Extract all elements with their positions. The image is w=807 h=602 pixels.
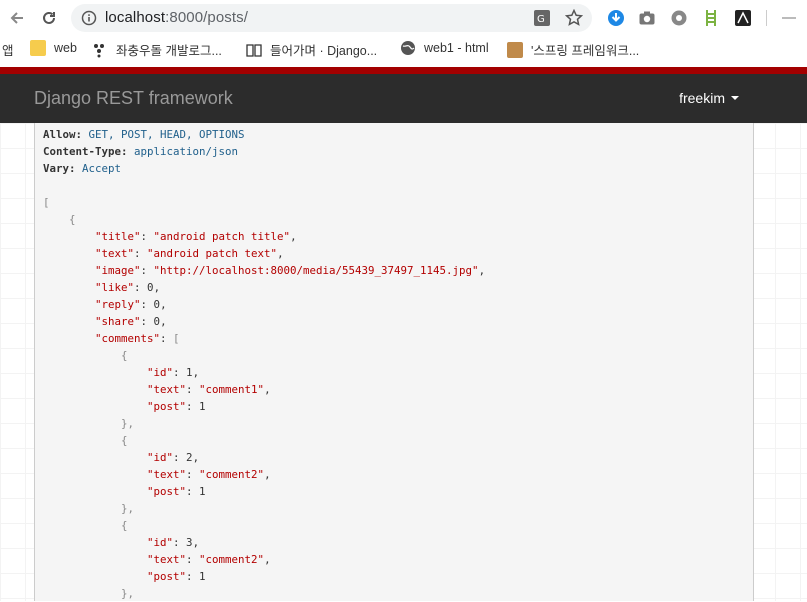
post-image-value: "http://localhost:8000/media/55439_37497… bbox=[153, 264, 479, 277]
bookmark-star-icon[interactable] bbox=[565, 9, 583, 27]
post-share-value: 0 bbox=[153, 315, 161, 328]
dark-extension-icon[interactable] bbox=[734, 9, 752, 27]
comment-post: 1 bbox=[199, 400, 206, 413]
ladder-extension-icon[interactable] bbox=[702, 9, 720, 27]
navbar: Django REST framework freekim bbox=[0, 74, 807, 123]
book-icon bbox=[246, 43, 262, 57]
address-bar[interactable]: localhost:8000/posts/ G bbox=[71, 4, 592, 32]
brand-link[interactable]: Django REST framework bbox=[34, 88, 233, 109]
response-panel: Allow: GET, POST, HEAD, OPTIONS Content-… bbox=[34, 123, 754, 601]
svg-text:G: G bbox=[537, 14, 545, 25]
comment-post: 1 bbox=[199, 485, 206, 498]
bookmark-web[interactable]: web bbox=[30, 40, 77, 56]
bookmark-web1[interactable]: web1 - html bbox=[400, 40, 489, 56]
bookmark-devlog[interactable]: 좌충우돌 개발로그... bbox=[92, 40, 222, 59]
folder-icon bbox=[30, 40, 46, 56]
info-icon[interactable] bbox=[81, 10, 97, 26]
reload-icon[interactable] bbox=[37, 6, 61, 30]
back-arrow-icon[interactable] bbox=[5, 6, 29, 30]
comment-id: 2 bbox=[186, 451, 193, 464]
bookmark-apps[interactable]: 앱 bbox=[2, 40, 14, 59]
post-like-value: 0 bbox=[147, 281, 154, 294]
avatar-icon bbox=[507, 41, 523, 58]
comment-id: 1 bbox=[186, 366, 193, 379]
globe-icon bbox=[401, 41, 415, 55]
caret-down-icon bbox=[731, 96, 739, 100]
bookmark-django[interactable]: 들어가며 · Django... bbox=[246, 40, 377, 59]
user-dropdown[interactable]: freekim bbox=[679, 90, 739, 106]
download-extension-icon[interactable] bbox=[607, 9, 625, 27]
post-reply-value: 0 bbox=[153, 298, 161, 311]
dots-logo-icon bbox=[94, 43, 104, 57]
toolbar-divider bbox=[766, 10, 767, 26]
gear-extension-icon[interactable] bbox=[670, 9, 688, 27]
comment-text: "comment2" bbox=[199, 468, 265, 481]
bookmarks-bar: 앱 web 좌충우돌 개발로그... 들어가며 · Django... web1… bbox=[0, 36, 807, 62]
username: freekim bbox=[679, 90, 725, 106]
brand-stripe bbox=[0, 67, 807, 74]
post-text-value: "android patch text" bbox=[147, 247, 278, 260]
browser-toolbar: localhost:8000/posts/ G bbox=[0, 0, 807, 36]
menu-icon[interactable] bbox=[782, 17, 796, 19]
comment-text: "comment1" bbox=[199, 383, 265, 396]
comment-post: 1 bbox=[199, 570, 206, 583]
url-text: localhost:8000/posts/ bbox=[105, 9, 249, 26]
bookmark-spring[interactable]: '스프링 프레임워크... bbox=[507, 40, 639, 59]
translate-icon[interactable]: G bbox=[533, 9, 551, 27]
camera-extension-icon[interactable] bbox=[638, 9, 656, 27]
comment-id: 3 bbox=[186, 536, 193, 549]
response-body: Allow: GET, POST, HEAD, OPTIONS Content-… bbox=[43, 128, 486, 600]
comment-text: "comment2" bbox=[199, 553, 265, 566]
post-title-value: "android patch title" bbox=[153, 230, 291, 243]
